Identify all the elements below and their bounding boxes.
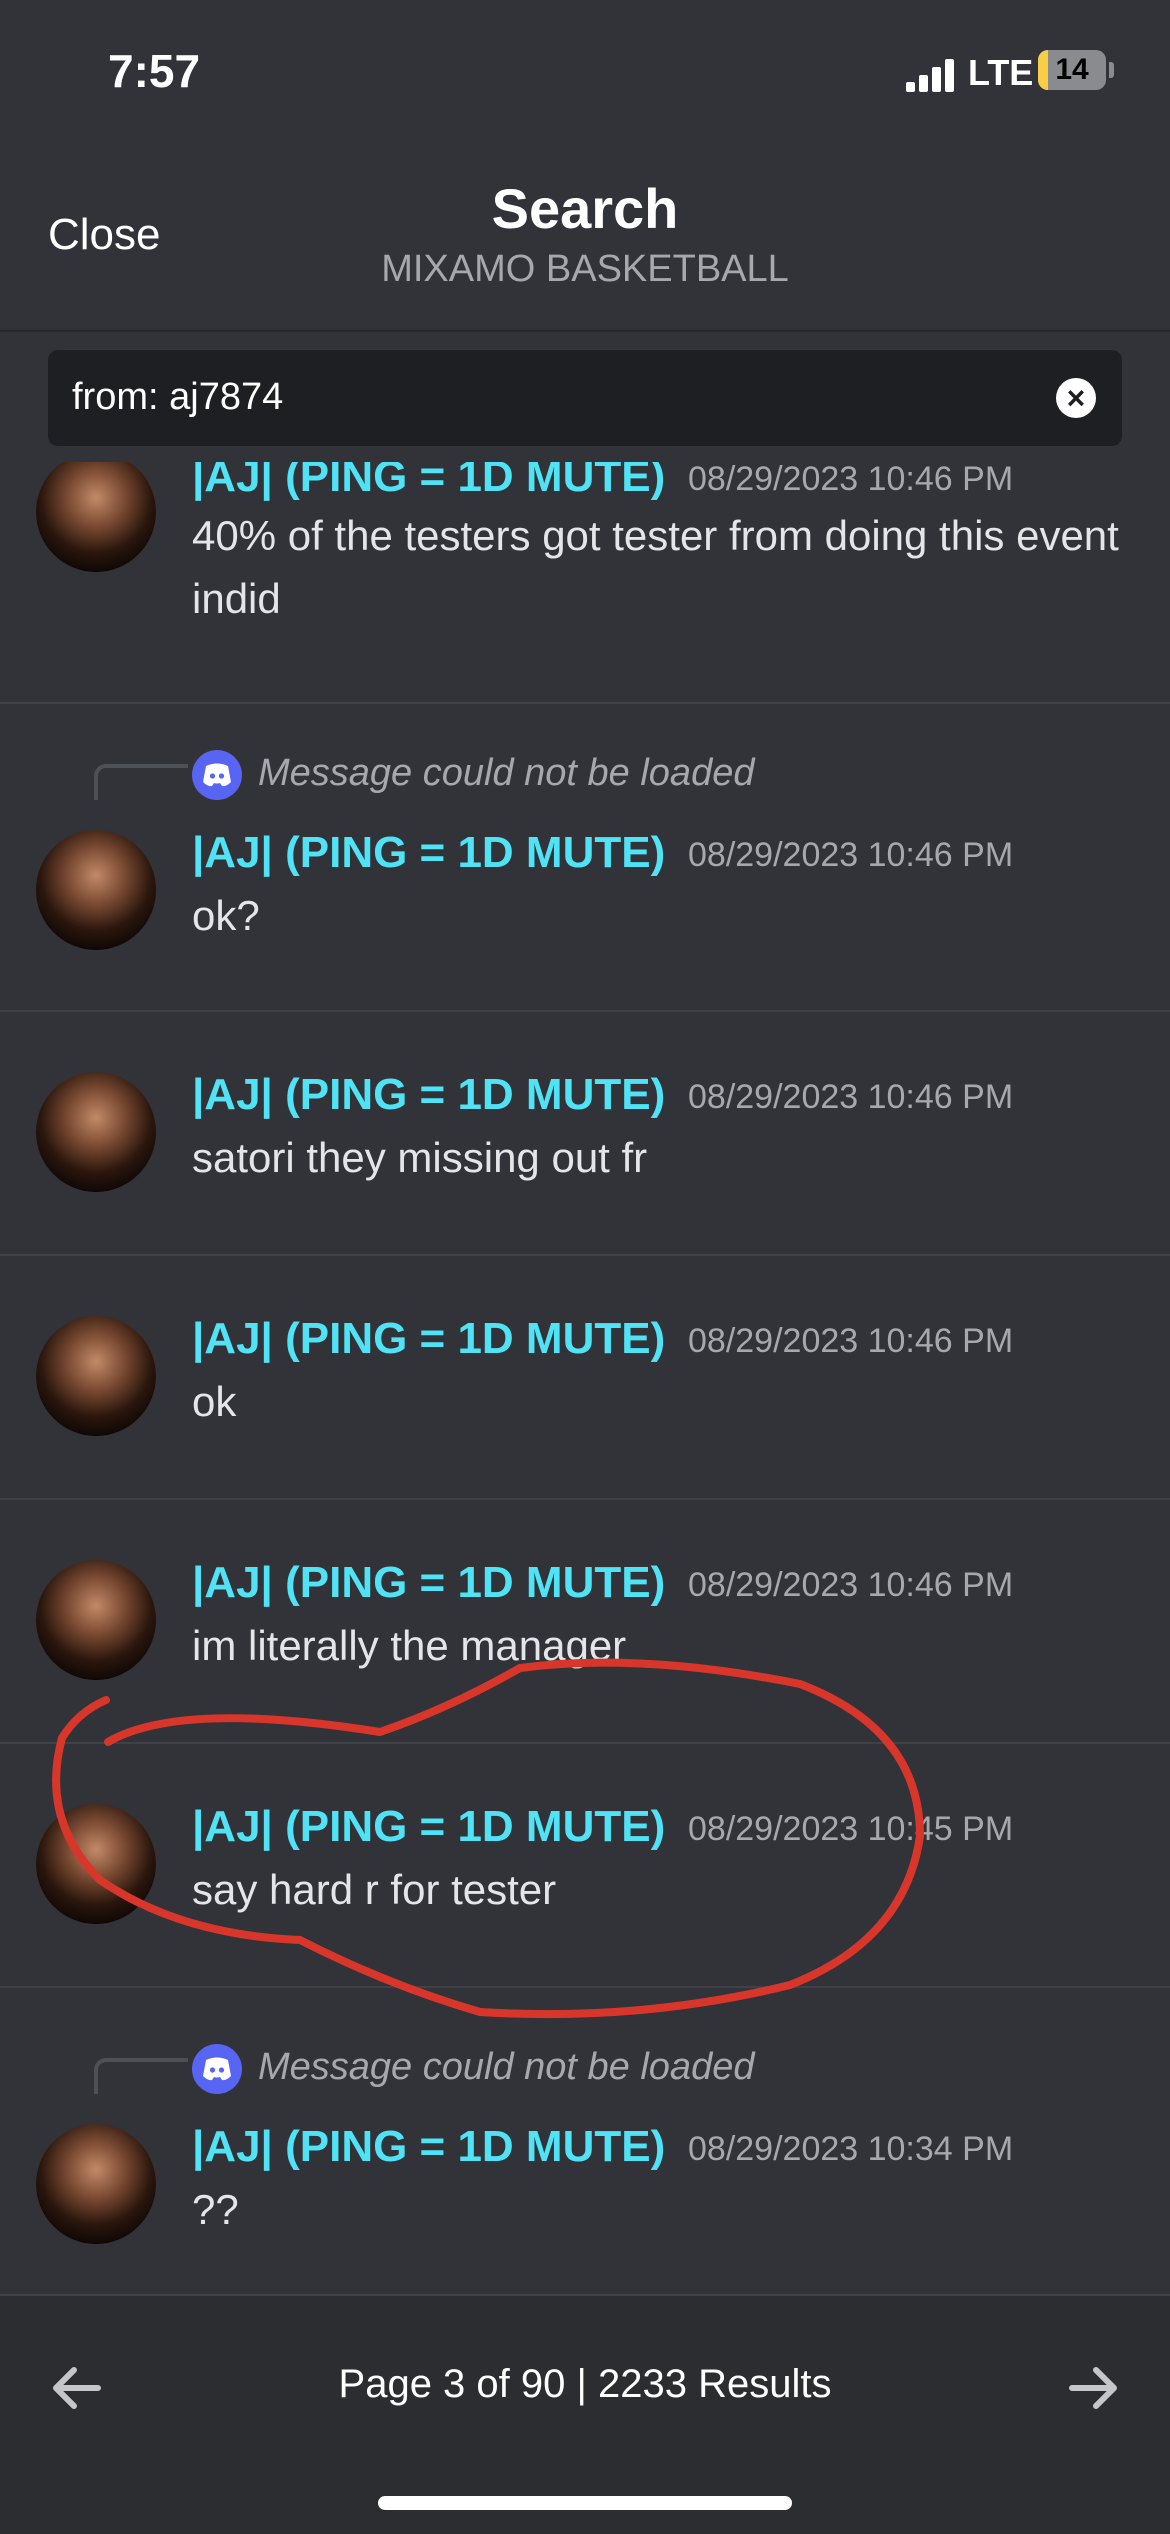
- message-item[interactable]: Message could not be loaded |AJ| (PING =…: [0, 1988, 1170, 2292]
- message-item[interactable]: |AJ| (PING = 1D MUTE) 08/29/2023 10:46 P…: [0, 462, 1170, 704]
- discord-icon: [192, 2044, 242, 2094]
- avatar[interactable]: [36, 830, 156, 950]
- avatar[interactable]: [36, 462, 156, 572]
- avatar[interactable]: [36, 1804, 156, 1924]
- search-header: Close Search MIXAMO BASKETBALL: [0, 140, 1170, 332]
- server-name: MIXAMO BASKETBALL: [381, 248, 789, 290]
- home-indicator[interactable]: [378, 2496, 792, 2510]
- message-author[interactable]: |AJ| (PING = 1D MUTE): [192, 1802, 665, 1852]
- pagination-bar: Page 3 of 90 | 2233 Results: [0, 2294, 1170, 2534]
- avatar[interactable]: [36, 2124, 156, 2244]
- battery-percent: 14: [1055, 53, 1089, 86]
- discord-icon: [192, 750, 242, 800]
- search-results[interactable]: |AJ| (PING = 1D MUTE) 08/29/2023 10:46 P…: [0, 462, 1170, 2292]
- reply-preview[interactable]: Message could not be loaded: [258, 2046, 754, 2089]
- message-content: ok: [192, 1378, 237, 1425]
- search-query[interactable]: from: aj7874: [72, 376, 283, 419]
- signal-icon: [906, 58, 956, 92]
- page-title: Search: [491, 177, 679, 240]
- message-content: ??: [192, 2186, 239, 2233]
- reply-connector: [94, 764, 188, 800]
- message-timestamp: 08/29/2023 10:46 PM: [688, 462, 1014, 498]
- network-label: LTE: [968, 52, 1034, 93]
- message-timestamp: 08/29/2023 10:46 PM: [688, 836, 1014, 874]
- message-timestamp: 08/29/2023 10:34 PM: [688, 2130, 1014, 2168]
- message-content: im literally the manager: [192, 1622, 627, 1669]
- message-content: ok?: [192, 892, 260, 939]
- reply-connector: [94, 2058, 188, 2094]
- pagination-label: Page 3 of 90 | 2233 Results: [338, 2362, 832, 2406]
- message-author[interactable]: |AJ| (PING = 1D MUTE): [192, 1558, 665, 1608]
- message-content: 40% of the testers got tester from doing…: [192, 512, 1119, 622]
- message-content: satori they missing out fr: [192, 1134, 648, 1181]
- avatar[interactable]: [36, 1316, 156, 1436]
- message-author[interactable]: |AJ| (PING = 1D MUTE): [192, 462, 665, 502]
- message-item[interactable]: |AJ| (PING = 1D MUTE) 08/29/2023 10:46 P…: [0, 1012, 1170, 1256]
- status-time: 7:57: [108, 45, 201, 97]
- search-area: from: aj7874 ×: [0, 332, 1170, 462]
- message-item[interactable]: |AJ| (PING = 1D MUTE) 08/29/2023 10:46 P…: [0, 1256, 1170, 1500]
- message-timestamp: 08/29/2023 10:45 PM: [688, 1810, 1014, 1848]
- battery-icon: 14: [1038, 50, 1106, 90]
- search-input[interactable]: from: aj7874 ×: [48, 350, 1122, 446]
- message-author[interactable]: |AJ| (PING = 1D MUTE): [192, 2122, 665, 2172]
- message-timestamp: 08/29/2023 10:46 PM: [688, 1078, 1014, 1116]
- message-item[interactable]: |AJ| (PING = 1D MUTE) 08/29/2023 10:45 P…: [0, 1744, 1170, 1988]
- avatar[interactable]: [36, 1072, 156, 1192]
- message-author[interactable]: |AJ| (PING = 1D MUTE): [192, 1314, 665, 1364]
- arrow-right-icon[interactable]: [1062, 2358, 1122, 2418]
- message-author[interactable]: |AJ| (PING = 1D MUTE): [192, 828, 665, 878]
- avatar[interactable]: [36, 1560, 156, 1680]
- status-bar: 7:57 LTE 14: [0, 0, 1170, 140]
- message-author[interactable]: |AJ| (PING = 1D MUTE): [192, 1070, 665, 1120]
- battery-cap: [1109, 62, 1114, 78]
- message-item[interactable]: |AJ| (PING = 1D MUTE) 08/29/2023 10:46 P…: [0, 1500, 1170, 1744]
- message-timestamp: 08/29/2023 10:46 PM: [688, 1566, 1014, 1604]
- reply-preview[interactable]: Message could not be loaded: [258, 752, 754, 795]
- message-content: say hard r for tester: [192, 1866, 557, 1913]
- message-item[interactable]: Message could not be loaded |AJ| (PING =…: [0, 702, 1170, 1012]
- message-timestamp: 08/29/2023 10:46 PM: [688, 1322, 1014, 1360]
- clear-search-icon[interactable]: ×: [1056, 378, 1096, 418]
